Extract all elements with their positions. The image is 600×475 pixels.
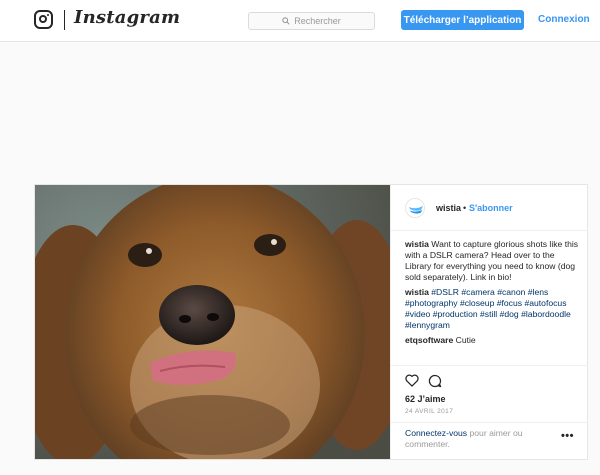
search-icon [282, 17, 290, 25]
hashtag-list[interactable]: #DSLR #camera #canon #lens #photography … [405, 287, 571, 330]
reply-comment: etqsoftware Cutie [405, 335, 583, 346]
more-options-icon[interactable]: ••• [561, 430, 574, 442]
login-link[interactable]: Connexion [538, 14, 590, 25]
hashtag-comment: wistia #DSLR #camera #canon #lens #photo… [405, 287, 583, 331]
separator-dot: • [463, 203, 467, 213]
dog-photo-image [35, 185, 390, 459]
top-navigation-bar: Instagram Rechercher Télécharger l’appli… [0, 0, 600, 42]
comment-username[interactable]: wistia [405, 239, 429, 249]
comment-username[interactable]: wistia [405, 287, 429, 297]
comment-text: Want to capture glorious shots like this… [405, 239, 579, 282]
comments-list: wistia Want to capture glorious shots li… [405, 239, 583, 350]
login-prompt: Connectez-vous pour aimer ou commenter. [405, 428, 555, 450]
likes-count[interactable]: 62 J’aime [405, 394, 446, 404]
instagram-camera-icon[interactable] [34, 10, 53, 29]
comment-bubble-icon[interactable] [428, 374, 442, 388]
post-actions: 62 J’aime 24 AVRIL 2017 Connectez-vous p… [391, 365, 588, 459]
account-username[interactable]: wistia [436, 203, 461, 213]
post-card: wistia • S'abonner wistia Want to captur… [34, 184, 588, 460]
search-input[interactable]: Rechercher [248, 12, 375, 30]
avatar[interactable] [405, 198, 425, 218]
comment-username[interactable]: etqsoftware [405, 335, 453, 345]
wistia-logo-icon [409, 206, 423, 214]
login-prompt-link[interactable]: Connectez-vous [405, 428, 467, 438]
caption-comment: wistia Want to capture glorious shots li… [405, 239, 583, 283]
login-to-comment-bar: Connectez-vous pour aimer ou commenter. … [391, 422, 588, 460]
post-date: 24 AVRIL 2017 [405, 408, 454, 415]
download-app-button[interactable]: Télécharger l’application [401, 10, 524, 30]
search-placeholder: Rechercher [294, 16, 341, 26]
post-header: wistia • S'abonner [391, 185, 588, 231]
instagram-wordmark[interactable]: Instagram [74, 7, 180, 28]
post-side-panel: wistia • S'abonner wistia Want to captur… [390, 185, 588, 459]
post-photo[interactable] [35, 185, 390, 459]
logo-divider [64, 10, 65, 30]
action-icons [405, 374, 442, 388]
follow-button[interactable]: S'abonner [469, 203, 513, 213]
heart-icon[interactable] [405, 374, 419, 387]
comment-text: Cutie [455, 335, 476, 345]
